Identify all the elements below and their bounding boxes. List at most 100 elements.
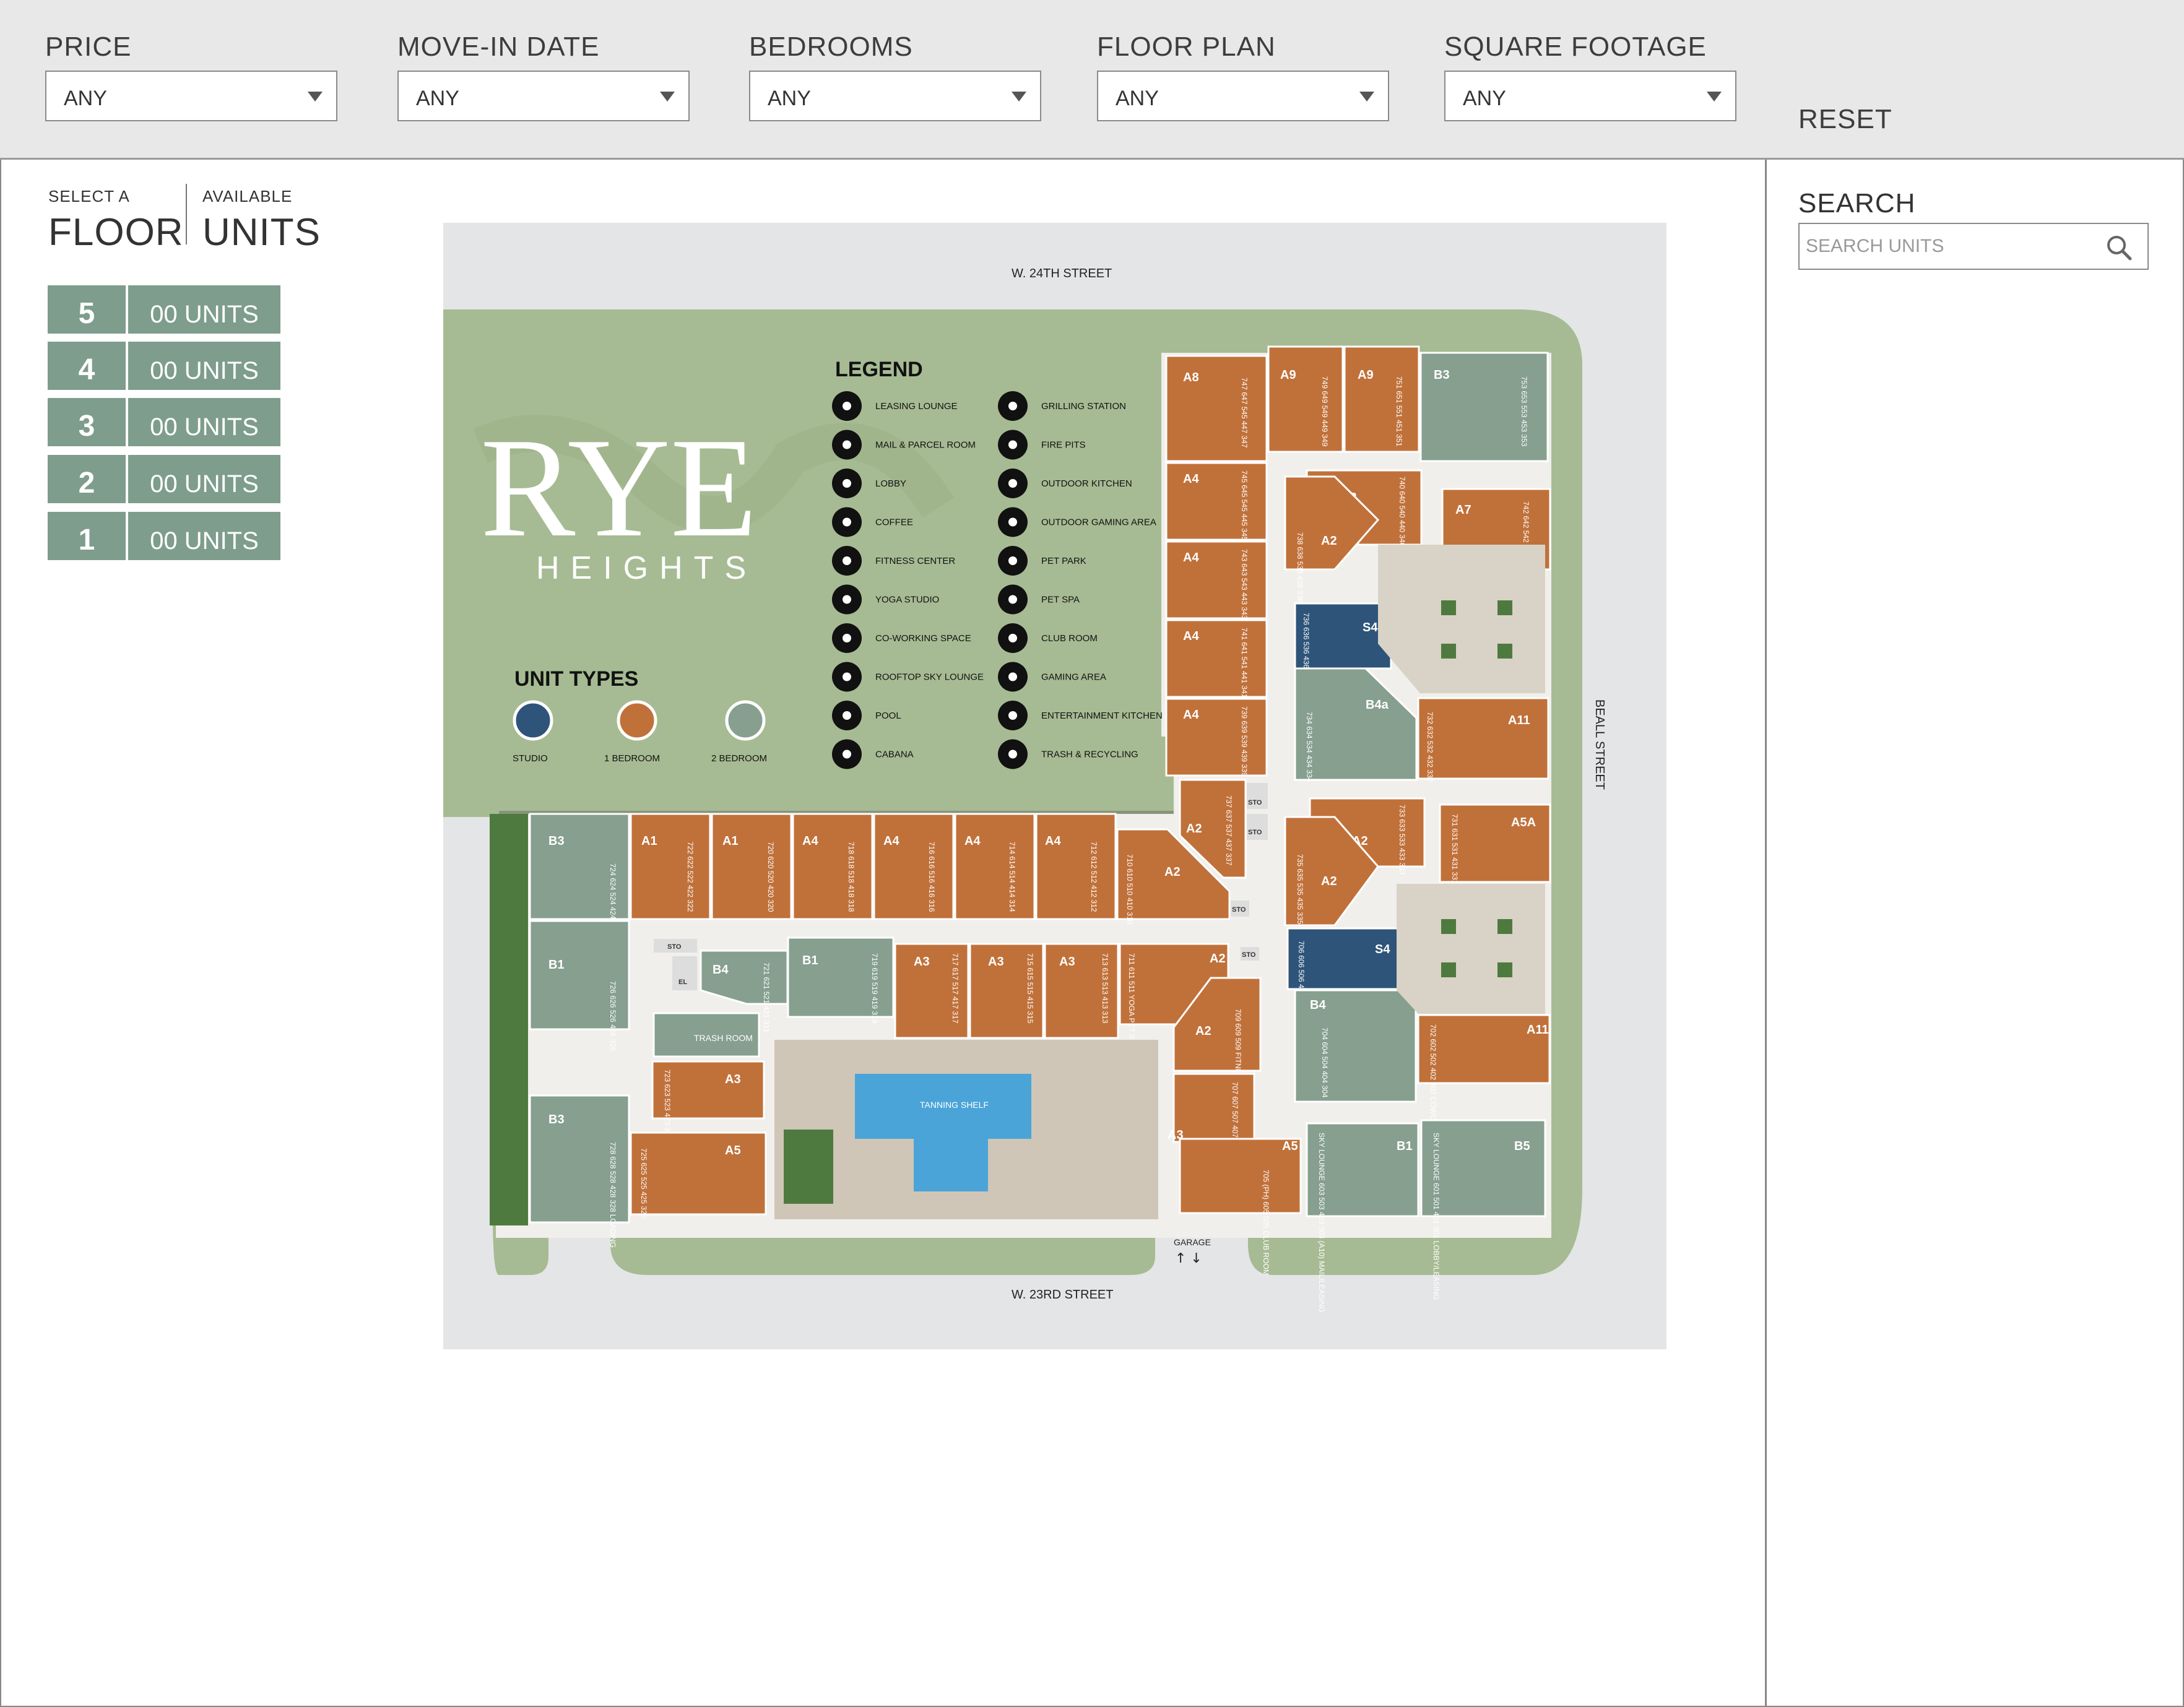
unit-label: A3 bbox=[1059, 955, 1075, 969]
filter-move-in-date: MOVE-IN DATE ANY bbox=[397, 30, 690, 121]
top-row-units: A8 747 647 545 447 347 A9 749 649 549 44… bbox=[1165, 345, 1549, 462]
legend-item-label: YOGA STUDIO bbox=[875, 595, 939, 605]
legend-icon-glyph bbox=[1008, 556, 1017, 565]
unit-a5[interactable] bbox=[630, 1131, 767, 1216]
unit-label: A4 bbox=[883, 834, 899, 848]
unit-a4[interactable] bbox=[954, 813, 1036, 920]
floor-plan-select[interactable]: ANY bbox=[1097, 71, 1389, 121]
unit-a11[interactable] bbox=[1417, 697, 1549, 780]
unit-a9[interactable] bbox=[1343, 345, 1420, 453]
unit-label: A1 bbox=[722, 834, 739, 848]
unit-label: A4 bbox=[1183, 708, 1199, 722]
unit-numbers: 741 641 541 441 341 bbox=[1240, 628, 1249, 698]
legend-item-label: OUTDOOR KITCHEN bbox=[1041, 478, 1132, 489]
unit-numbers: 749 649 549 449 349 bbox=[1320, 376, 1329, 447]
search-icon[interactable] bbox=[2105, 234, 2133, 261]
unit-a4[interactable] bbox=[792, 813, 873, 920]
legend-item-label: CLUB ROOM bbox=[1041, 633, 1098, 644]
unit-label: A11 bbox=[1527, 1023, 1549, 1037]
legend-icon-glyph bbox=[1008, 479, 1017, 488]
move-in-date-select[interactable]: ANY bbox=[397, 71, 690, 121]
unit-label: A2 bbox=[1210, 952, 1226, 966]
unit-a4[interactable] bbox=[1165, 540, 1268, 620]
floor-row-3[interactable]: 3 00 UNITS bbox=[48, 398, 280, 446]
two-bedroom-swatch bbox=[725, 700, 766, 741]
filter-label: PRICE bbox=[45, 32, 132, 62]
unit-a1[interactable] bbox=[711, 813, 792, 920]
legend-item-label: ENTERTAINMENT KITCHEN bbox=[1041, 711, 1163, 721]
sto-label: STO bbox=[1232, 906, 1246, 914]
legend-icon-glyph bbox=[843, 402, 851, 410]
legend-item-label: GRILLING STATION bbox=[1041, 401, 1126, 412]
unit-label: B3 bbox=[548, 834, 565, 848]
floor-row-1[interactable]: 1 00 UNITS bbox=[48, 512, 280, 560]
unit-label: B1 bbox=[1397, 1139, 1413, 1153]
unit-label: A4 bbox=[1183, 551, 1199, 564]
unit-types-title: UNIT TYPES bbox=[514, 667, 638, 691]
chevron-down-icon bbox=[308, 92, 323, 102]
unit-numbers: 753 653 553 453 353 bbox=[1520, 376, 1528, 447]
unit-a4[interactable] bbox=[1165, 698, 1268, 777]
unit-label: A5A bbox=[1511, 816, 1536, 829]
unit-numbers: 709 609 509 FITNESS bbox=[1234, 1009, 1242, 1084]
available-label: AVAILABLE bbox=[202, 187, 293, 205]
unit-a9[interactable] bbox=[1267, 345, 1344, 453]
legend-item-label: FIRE PITS bbox=[1041, 440, 1086, 451]
legend-icon-glyph bbox=[843, 517, 851, 527]
floor-row-5[interactable]: 5 00 UNITS bbox=[48, 285, 280, 334]
legend-icon-glyph bbox=[1008, 517, 1017, 527]
unit-label: B4 bbox=[1310, 998, 1326, 1012]
select-value: ANY bbox=[64, 87, 107, 110]
unit-a4[interactable] bbox=[1165, 462, 1268, 541]
sto-label: STO bbox=[1248, 829, 1262, 836]
floor-number: 5 bbox=[48, 285, 126, 334]
chevron-down-icon bbox=[1707, 92, 1722, 102]
search-input[interactable] bbox=[1800, 224, 2097, 269]
floor-units: 00 UNITS bbox=[128, 398, 280, 446]
unit-a4[interactable] bbox=[873, 813, 955, 920]
unit-a8[interactable] bbox=[1165, 355, 1268, 462]
unit-numbers: 715 615 515 415 315 bbox=[1026, 953, 1034, 1024]
unit-label: B4a bbox=[1366, 698, 1389, 712]
floor-units: 00 UNITS bbox=[128, 342, 280, 390]
unit-numbers: 735 635 535 435 335 bbox=[1296, 854, 1304, 925]
select-a-label: SELECT A bbox=[48, 187, 130, 205]
legend-icon-glyph bbox=[1008, 402, 1017, 410]
unit-numbers: 737 637 537 437 337 bbox=[1224, 795, 1233, 866]
east-column-units: A4 745 645 545 445 345 A4 743 643 543 44… bbox=[1165, 462, 1268, 879]
unit-numbers: 743 643 543 443 343 bbox=[1240, 549, 1249, 620]
unit-a1[interactable] bbox=[630, 813, 711, 920]
sto-label: STO bbox=[667, 943, 682, 951]
unit-numbers: 738 638 538 438 338 bbox=[1296, 532, 1304, 603]
price-select[interactable]: ANY bbox=[45, 71, 337, 121]
floor-row-2[interactable]: 2 00 UNITS bbox=[48, 455, 280, 503]
reset-button[interactable]: RESET bbox=[1798, 104, 1892, 135]
filter-floor-plan: FLOOR PLAN ANY bbox=[1097, 30, 1389, 121]
unit-label: A2 bbox=[1186, 822, 1202, 836]
unit-label: B1 bbox=[548, 958, 565, 972]
unit-label: A7 bbox=[1455, 503, 1471, 517]
unit-numbers: 717 617 517 417 317 bbox=[951, 953, 960, 1024]
unit-numbers: 745 645 545 445 345 bbox=[1240, 470, 1249, 541]
bedrooms-select[interactable]: ANY bbox=[749, 71, 1041, 121]
unit-numbers: 728 628 528 428 328 LOADING bbox=[609, 1142, 617, 1248]
filter-bedrooms: BEDROOMS ANY bbox=[749, 30, 1041, 121]
unit-numbers: 719 619 519 419 319 bbox=[870, 953, 879, 1024]
filter-label: SQUARE FOOTAGE bbox=[1444, 32, 1707, 62]
unit-label: S4 bbox=[1363, 621, 1378, 634]
unit-label: A4 bbox=[802, 834, 818, 848]
unit-a4[interactable] bbox=[1165, 619, 1268, 698]
tanning-shelf-label: TANNING SHELF bbox=[920, 1100, 989, 1110]
unit-a4[interactable] bbox=[1035, 813, 1117, 920]
square-footage-select[interactable]: ANY bbox=[1444, 71, 1736, 121]
floor-row-4[interactable]: 4 00 UNITS bbox=[48, 342, 280, 390]
legend-icon-glyph bbox=[843, 711, 851, 720]
unit-label: A4 bbox=[1183, 472, 1199, 486]
unit-a3[interactable] bbox=[1172, 1073, 1255, 1143]
floor-number: 3 bbox=[48, 398, 126, 446]
legend-icon-glyph bbox=[1008, 672, 1017, 681]
unit-numbers: 713 613 513 413 313 bbox=[1101, 953, 1109, 1024]
legend-icon-glyph bbox=[1008, 595, 1017, 604]
site-map[interactable]: A8 747 647 545 447 347 A9 749 649 549 44… bbox=[443, 223, 1666, 1349]
filter-label: MOVE-IN DATE bbox=[397, 32, 600, 62]
